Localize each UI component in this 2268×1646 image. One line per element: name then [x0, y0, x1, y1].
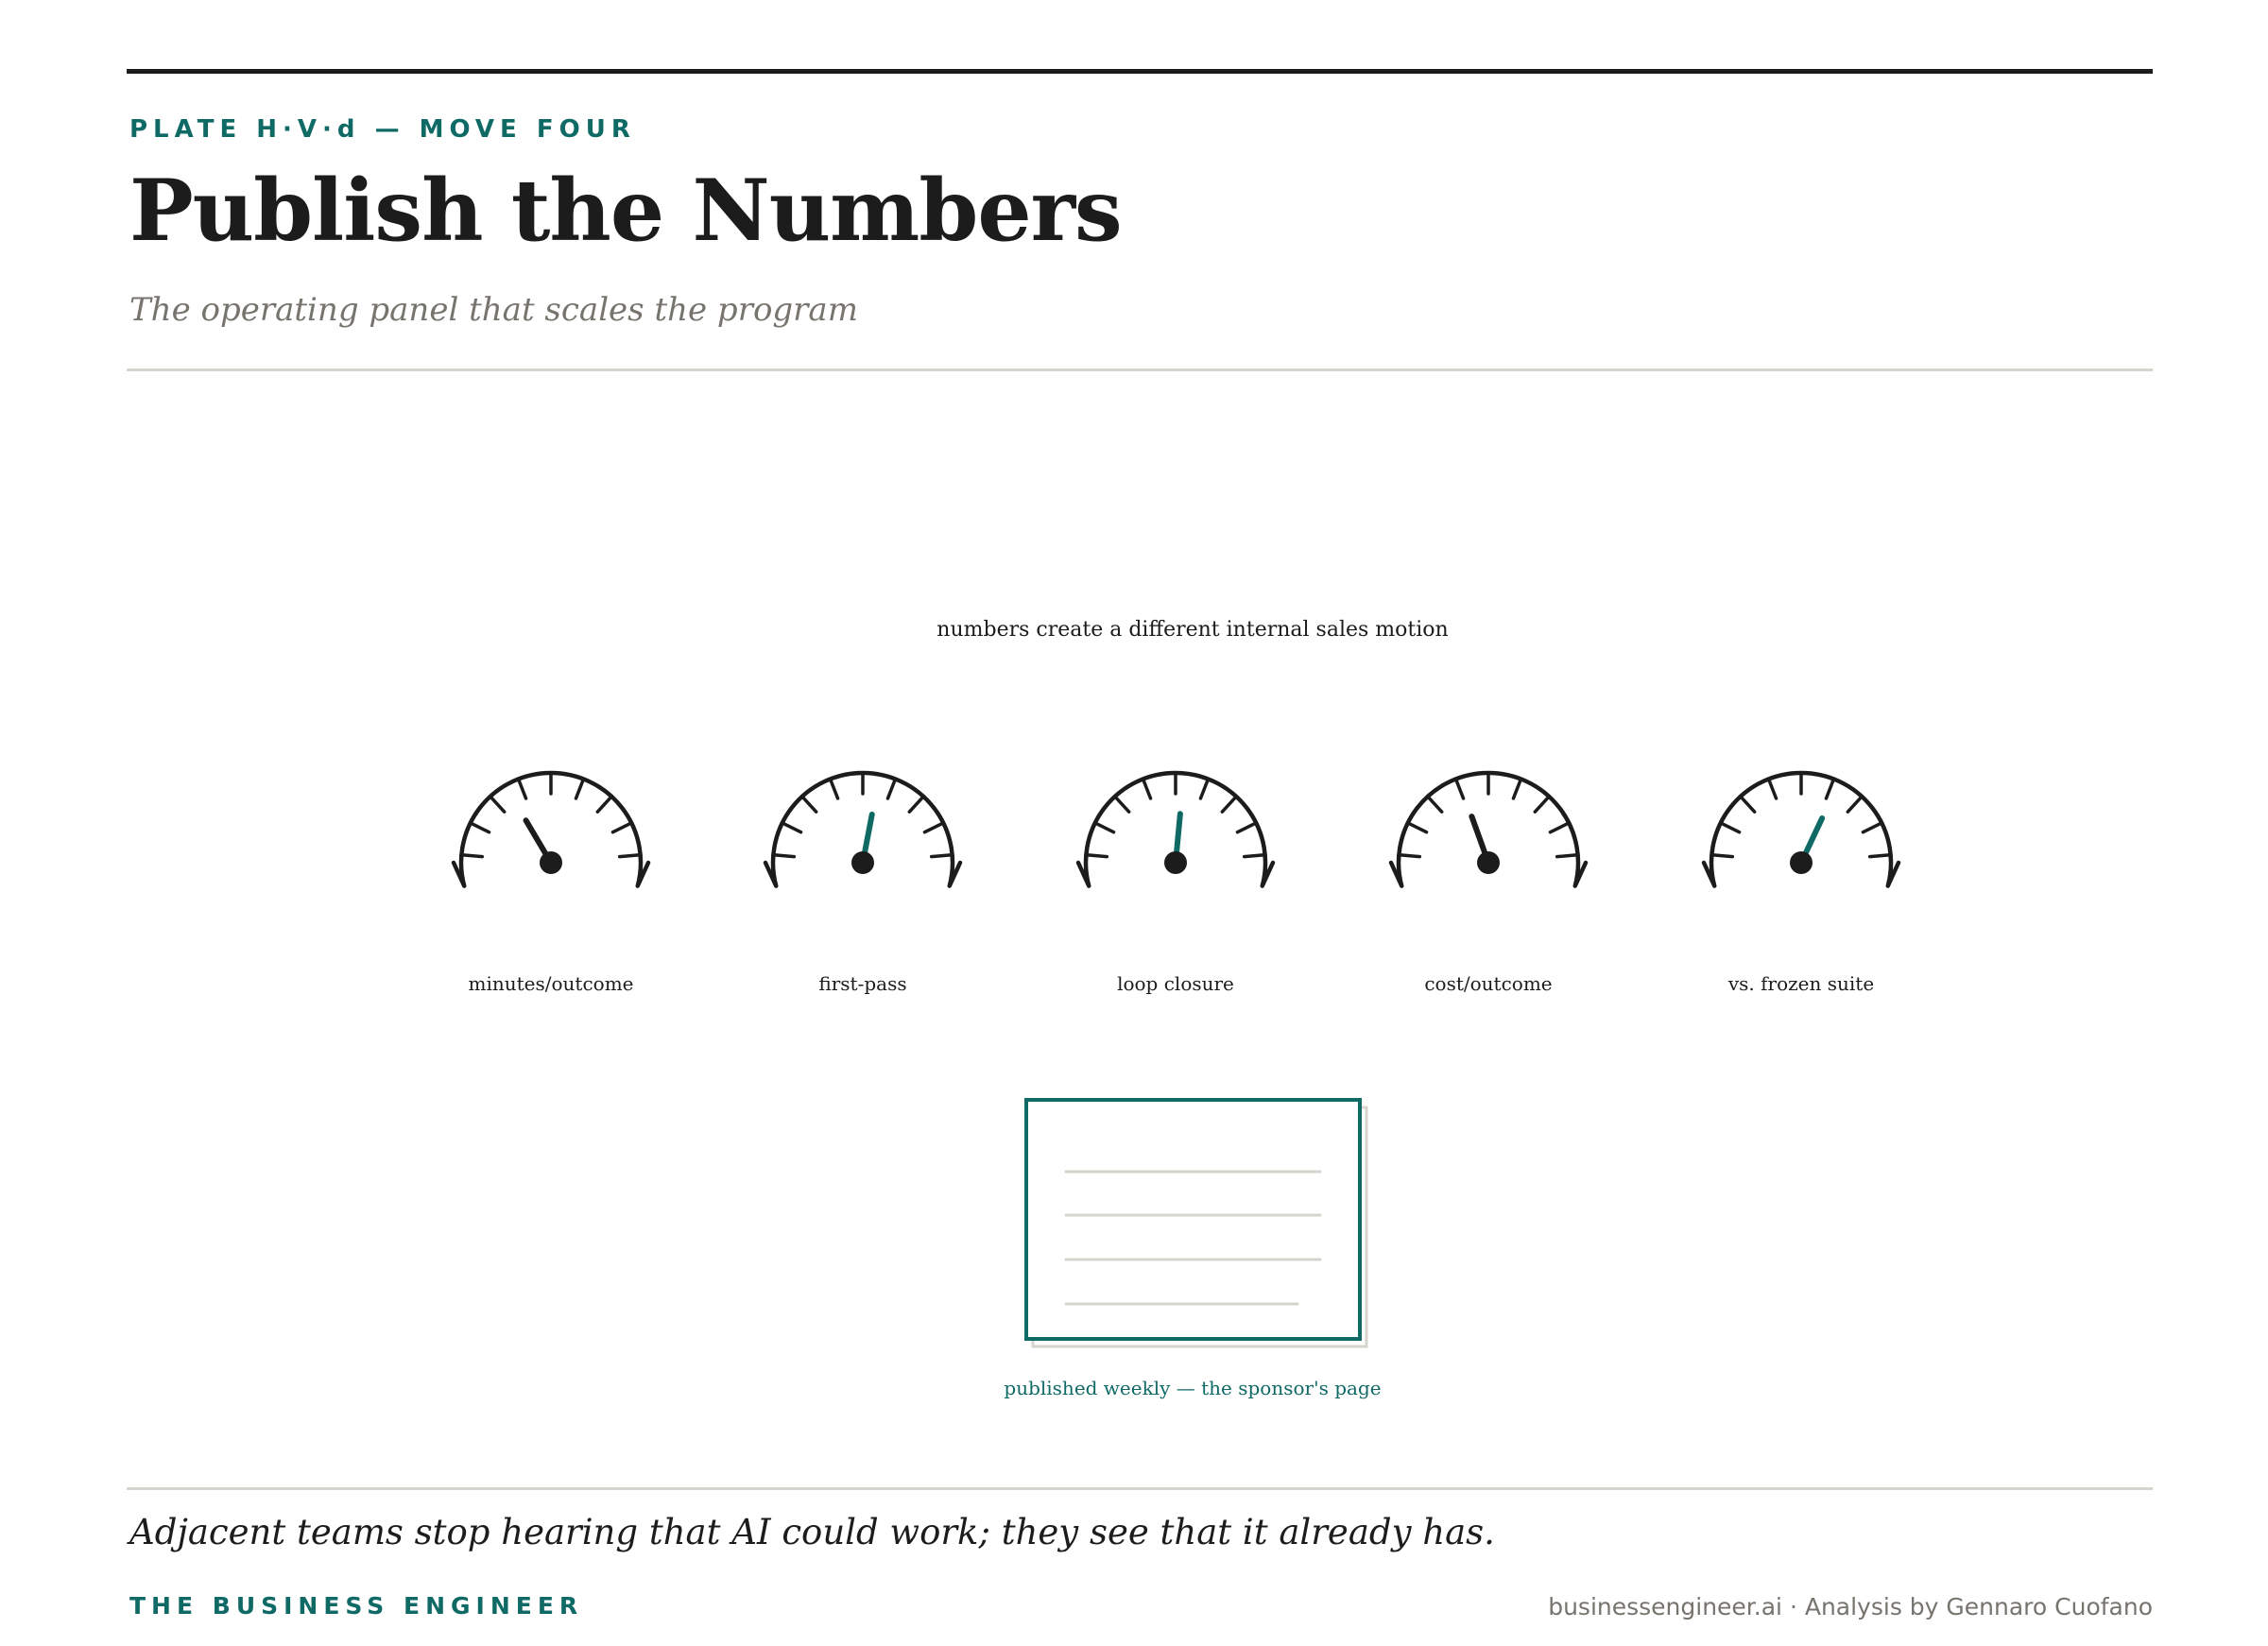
- credit-line: businessengineer.ai · Analysis by Gennar…: [1548, 1593, 2153, 1620]
- report-caption: published weekly — the sponsor's page: [1004, 1377, 1381, 1399]
- gauge-tick: [490, 796, 507, 814]
- gauge-tick: [1861, 822, 1882, 834]
- gauge-tick: [1454, 779, 1466, 800]
- gauge-tick: [610, 822, 632, 834]
- closing-caption: Adjacent teams stop hearing that AI coul…: [129, 1512, 1495, 1552]
- gauge-tick: [1114, 796, 1131, 814]
- gauge-tick: [1767, 779, 1778, 800]
- gauge-tick: [1533, 796, 1550, 814]
- gauge-label: vs. frozen suite: [1727, 972, 1874, 995]
- gauge-tick: [773, 853, 797, 859]
- gauge-tick: [1555, 853, 1578, 859]
- gauge: minutes/outcome: [451, 770, 651, 995]
- gauge-label: cost/outcome: [1424, 972, 1552, 995]
- gauge-label: loop closure: [1117, 972, 1234, 995]
- gauge-tick: [461, 853, 485, 859]
- brand-name: THE BUSINESS ENGINEER: [129, 1592, 584, 1620]
- gauge-tick: [1198, 779, 1210, 800]
- weekly-report-page: [1024, 1098, 1368, 1348]
- gauge-tick: [1846, 796, 1863, 814]
- operating-panel-diagram: numbers create a different internal sale…: [451, 618, 1901, 1399]
- gauge-tick: [1086, 853, 1109, 859]
- diagram-heading: numbers create a different internal sale…: [936, 618, 1448, 642]
- gauge-tick: [801, 796, 818, 814]
- gauge-hub: [1164, 851, 1187, 874]
- gauge: first-pass: [763, 770, 963, 995]
- gauge-row: minutes/outcome first-pass loop closure cos…: [451, 770, 1901, 995]
- gauge: vs. frozen suite: [1701, 770, 1901, 995]
- gauge-tick: [1220, 796, 1237, 814]
- gauge-tick: [1094, 822, 1116, 834]
- gauge-tick: [1740, 796, 1757, 814]
- gauge-hub: [540, 851, 562, 874]
- gauge-hub: [1477, 851, 1500, 874]
- gauge: cost/outcome: [1388, 770, 1589, 995]
- gauge-tick: [1720, 822, 1742, 834]
- gauge-tick: [1142, 779, 1153, 800]
- gauge-tick: [470, 822, 491, 834]
- gauge-tick: [617, 853, 641, 859]
- gauge-hub: [1790, 851, 1813, 874]
- gauge-tick: [885, 779, 897, 800]
- gauge-tick: [929, 853, 953, 859]
- gauge-hub: [851, 851, 874, 874]
- gauge-tick: [1242, 853, 1265, 859]
- gauge: loop closure: [1075, 770, 1276, 995]
- gauge-tick: [829, 779, 840, 800]
- gauge-tick: [907, 796, 924, 814]
- gauge-tick: [782, 822, 803, 834]
- gauge-tick: [1867, 853, 1891, 859]
- gauge-label: first-pass: [818, 972, 906, 995]
- gauge-tick: [1824, 779, 1835, 800]
- gauge-tick: [574, 779, 585, 800]
- gauge-tick: [595, 796, 612, 814]
- gauge-tick: [1511, 779, 1522, 800]
- gauge-tick: [517, 779, 528, 800]
- gauge-tick: [1407, 822, 1429, 834]
- gauge-tick: [1548, 822, 1570, 834]
- footer-divider: [127, 1487, 2153, 1490]
- gauge-tick: [1711, 853, 1735, 859]
- gauge-tick: [1427, 796, 1444, 814]
- gauge-label: minutes/outcome: [469, 972, 634, 995]
- gauge-tick: [1399, 853, 1422, 859]
- gauge-tick: [1235, 822, 1257, 834]
- gauge-tick: [922, 822, 944, 834]
